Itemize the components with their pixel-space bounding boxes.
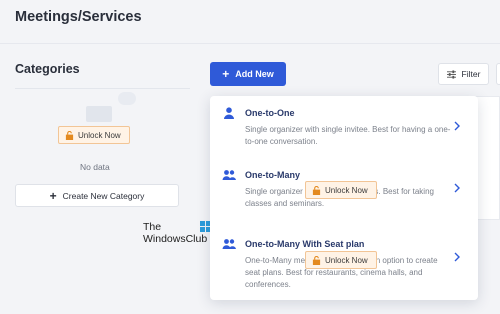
empty-state-illustration (84, 90, 140, 126)
page-title: Meetings/Services (15, 9, 142, 25)
filter-icon (446, 69, 456, 79)
chevron-right-icon (454, 121, 460, 131)
group-icon (222, 170, 236, 180)
option-one-to-one[interactable]: One-to-One Single organizer with single … (210, 96, 478, 158)
plus-icon: + (49, 188, 57, 203)
add-new-button[interactable]: + Add New (210, 62, 286, 86)
create-category-label: Create New Category (62, 190, 145, 201)
unlock-now-button[interactable]: Unlock Now (305, 181, 377, 199)
group-icon (222, 239, 236, 249)
unlock-label: Unlock Now (325, 185, 368, 195)
unlock-label: Unlock Now (325, 255, 368, 265)
unlock-label: Unlock Now (78, 130, 121, 140)
extra-toolbar-button[interactable] (496, 63, 500, 85)
categories-title: Categories (15, 62, 80, 76)
unlock-now-button[interactable]: Unlock Now (305, 251, 377, 269)
option-title: One-to-Many With Seat plan (245, 239, 365, 249)
lock-icon (312, 185, 321, 195)
page-header: Meetings/Services (0, 0, 500, 44)
option-title: One-to-Many (245, 170, 300, 180)
option-title: One-to-One (245, 108, 295, 118)
filter-label: Filter (461, 69, 481, 79)
no-data-text: No data (80, 162, 110, 172)
lock-icon (312, 255, 321, 265)
option-description: Single organizer with single invitee. Be… (245, 125, 451, 146)
categories-divider (15, 88, 190, 89)
watermark: The WindowsClub (143, 221, 211, 245)
add-new-label: Add New (235, 69, 274, 79)
watermark-line1: The (143, 221, 162, 233)
filter-button[interactable]: Filter (438, 63, 489, 85)
single-user-icon (224, 107, 234, 119)
chevron-right-icon (454, 183, 460, 193)
lock-icon (65, 130, 74, 140)
unlock-now-button[interactable]: Unlock Now (58, 126, 130, 144)
plus-icon: + (222, 67, 230, 81)
chevron-right-icon (454, 252, 460, 262)
watermark-line2: WindowsClub (143, 233, 208, 245)
create-category-button[interactable]: + Create New Category (15, 184, 179, 207)
